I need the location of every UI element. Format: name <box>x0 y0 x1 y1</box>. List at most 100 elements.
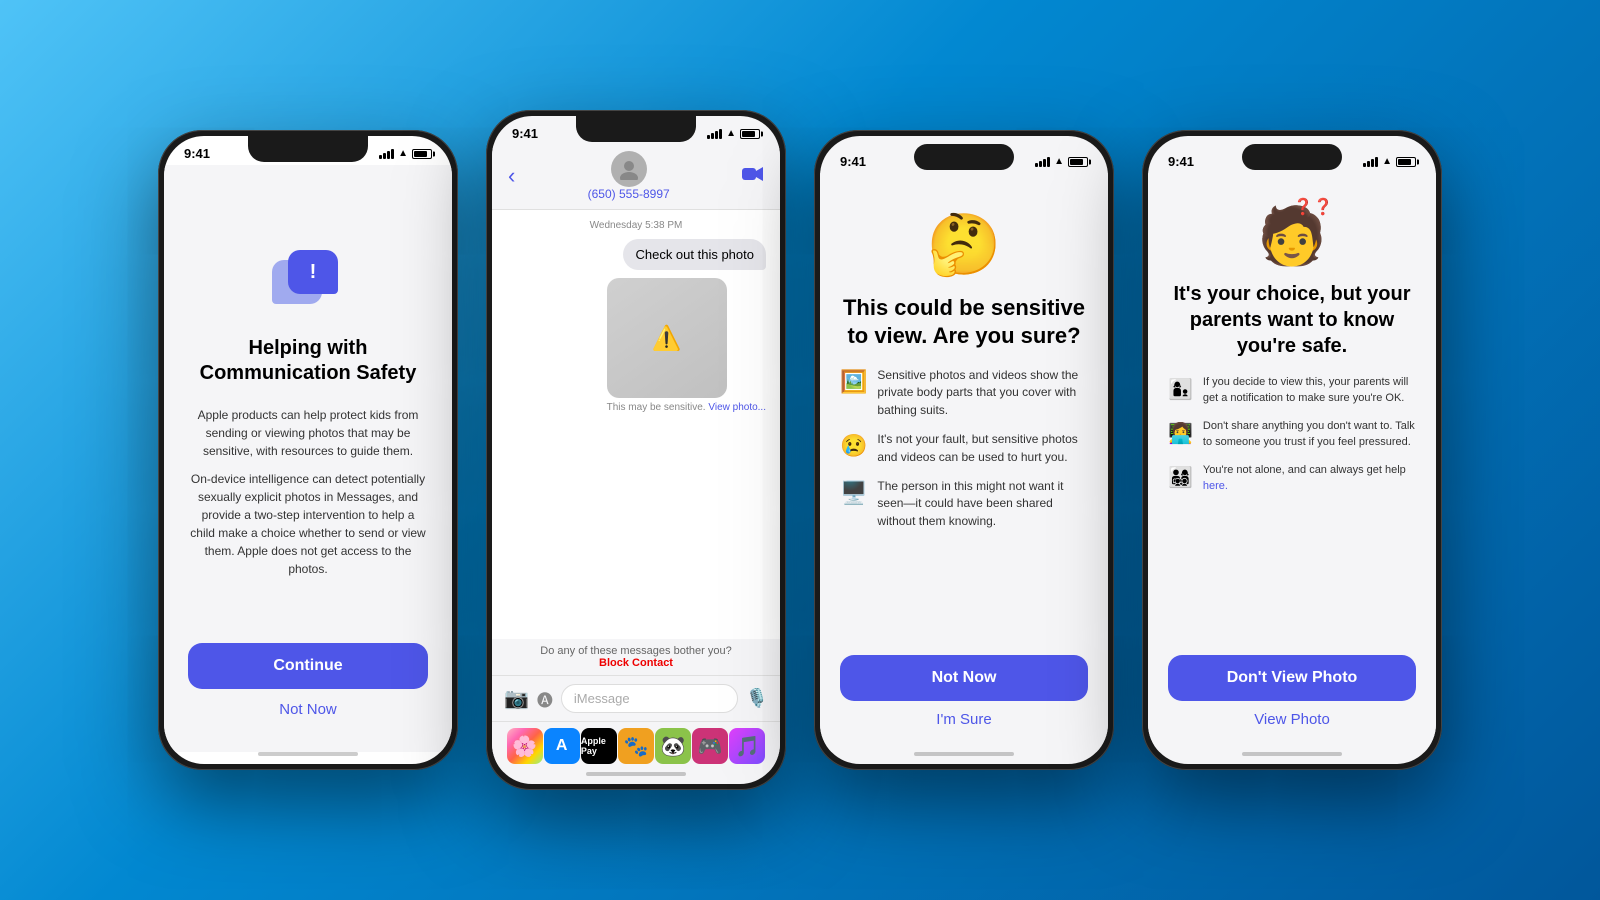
time-2: 9:41 <box>512 126 538 141</box>
game-dock-icon[interactable]: 🎮 <box>692 728 728 764</box>
reason-emoji-1: 🖼️ <box>840 369 867 395</box>
sensitive-note: This may be sensitive. View photo... <box>607 402 766 413</box>
photos-app-icon[interactable]: 🌸 <box>507 728 543 764</box>
wifi-3: ▲ <box>1054 156 1064 167</box>
home-indicator-2 <box>586 772 686 776</box>
battery-2 <box>740 129 760 139</box>
mic-icon[interactable]: 🎙️ <box>746 688 768 709</box>
contact-info: (650) 555-8997 <box>588 151 670 201</box>
reason-list: 🖼️ Sensitive photos and videos show the … <box>840 367 1088 655</box>
message-input[interactable]: iMessage <box>561 684 738 713</box>
dynamic-island-4 <box>1242 144 1342 170</box>
messages-header: ‹ (650) 555-8997 <box>492 145 780 210</box>
back-button[interactable]: ‹ <box>508 163 515 189</box>
wifi-1: ▲ <box>398 148 408 159</box>
reason-item-3: 🖥️ The person in this might not want it … <box>840 478 1088 530</box>
battery-1 <box>412 149 432 159</box>
continue-button[interactable]: Continue <box>188 643 428 689</box>
phone3-title: This could be sensitive to view. Are you… <box>840 294 1088 349</box>
signal-4 <box>1363 157 1378 167</box>
reason-text-3: The person in this might not want it see… <box>877 478 1088 530</box>
wifi-4: ▲ <box>1382 156 1392 167</box>
video-call-button[interactable] <box>742 166 764 187</box>
phone-2: 9:41 ▲ ‹ (650) 555-8997 <box>486 110 786 790</box>
photo-message: ⚠️ This may be sensitive. View photo... <box>607 278 766 413</box>
signal-1 <box>379 149 394 159</box>
im-sure-button[interactable]: I'm Sure <box>936 711 991 728</box>
signal-2 <box>707 129 722 139</box>
reason-item-1: 🖼️ Sensitive photos and videos show the … <box>840 367 1088 419</box>
dont-view-button[interactable]: Don't View Photo <box>1168 655 1416 701</box>
block-contact-bar: Do any of these messages bother you? Blo… <box>492 639 780 675</box>
battery-3 <box>1068 157 1088 167</box>
phone4-actions: Don't View Photo View Photo <box>1168 655 1416 728</box>
time-1: 9:41 <box>184 146 210 161</box>
reason-text-2: It's not your fault, but sensitive photo… <box>877 431 1088 466</box>
wifi-2: ▲ <box>726 128 736 139</box>
app-dock: 🌸 A Apple Pay 🐾 🐼 🎮 🎵 <box>492 721 780 772</box>
contact-name[interactable]: (650) 555-8997 <box>588 187 670 201</box>
info-item-1: 👩‍👦 If you decide to view this, your par… <box>1168 375 1416 407</box>
home-indicator-3 <box>914 752 1014 756</box>
not-now-button-3[interactable]: Not Now <box>840 655 1088 701</box>
camera-icon[interactable]: 📷 <box>504 686 529 711</box>
status-icons-1: ▲ <box>379 148 432 159</box>
phone3-actions: Not Now I'm Sure <box>840 655 1088 728</box>
block-contact-link[interactable]: Block Contact <box>599 657 673 669</box>
phone-3: 9:41 ▲ 🤔 This could be sensitive to view… <box>814 130 1114 770</box>
warning-triangle: ⚠️ <box>652 324 682 353</box>
battery-4 <box>1396 157 1416 167</box>
status-icons-3: ▲ <box>1035 156 1088 167</box>
notch-1 <box>248 136 368 162</box>
music-dock-icon[interactable]: 🎵 <box>729 728 765 764</box>
signal-3 <box>1035 157 1050 167</box>
phone-4: 9:41 ▲ 🧑 ❓❓ It's your choice, but your p… <box>1142 130 1442 770</box>
reason-emoji-2: 😢 <box>840 433 867 459</box>
phone4-title: It's your choice, but your parents want … <box>1168 281 1416 359</box>
msg-bubble: Check out this photo <box>623 239 766 270</box>
view-photo-link[interactable]: View photo... <box>708 402 766 413</box>
comm-safety-icon: ! <box>272 250 344 310</box>
animal-dock-icon[interactable]: 🐼 <box>655 728 691 764</box>
info-list: 👩‍👦 If you decide to view this, your par… <box>1168 375 1416 655</box>
time-3: 9:41 <box>840 154 866 169</box>
phone1-content: ! Helping with Communication Safety Appl… <box>164 165 452 752</box>
info-item-3: 👨‍👩‍👧‍👦 You're not alone, and can always… <box>1168 463 1416 495</box>
home-indicator-4 <box>1242 752 1342 756</box>
info-text-1: If you decide to view this, your parents… <box>1203 375 1416 407</box>
phone1-body: Apple products can help protect kids fro… <box>188 406 428 578</box>
messages-body: Wednesday 5:38 PM Check out this photo ⚠… <box>492 210 780 639</box>
time-4: 9:41 <box>1168 154 1194 169</box>
info-emoji-2: 👩‍💻 <box>1168 421 1193 446</box>
blurred-photo: ⚠️ <box>607 278 727 398</box>
not-now-button-1[interactable]: Not Now <box>279 701 337 718</box>
reason-item-2: 😢 It's not your fault, but sensitive pho… <box>840 431 1088 466</box>
info-text-3: You're not alone, and can always get hel… <box>1203 463 1416 495</box>
view-photo-button[interactable]: View Photo <box>1254 711 1330 728</box>
info-text-2: Don't share anything you don't want to. … <box>1203 419 1416 451</box>
status-icons-2: ▲ <box>707 128 760 139</box>
appstore-icon[interactable]: 🅐 <box>537 687 553 711</box>
reason-text-1: Sensitive photos and videos show the pri… <box>877 367 1088 419</box>
phone1-actions: Continue Not Now <box>188 643 428 718</box>
messages-input-bar: 📷 🅐 iMessage 🎙️ <box>492 675 780 721</box>
thinking-emoji: 🤔 <box>927 209 1002 280</box>
appstore-dock-icon[interactable]: A <box>544 728 580 764</box>
info-emoji-1: 👩‍👦 <box>1168 377 1193 402</box>
reason-emoji-3: 🖥️ <box>840 480 867 506</box>
dynamic-island-3 <box>914 144 1014 170</box>
phone-1: 9:41 ▲ ! <box>158 130 458 770</box>
notch-2 <box>576 116 696 142</box>
phone4-content: 🧑 ❓❓ It's your choice, but your parents … <box>1148 173 1436 752</box>
parent-safe-emoji: 🧑 ❓❓ <box>1257 203 1327 269</box>
help-link[interactable]: here. <box>1203 480 1228 492</box>
ball-dock-icon[interactable]: 🐾 <box>618 728 654 764</box>
status-icons-4: ▲ <box>1363 156 1416 167</box>
home-indicator-1 <box>258 752 358 756</box>
msg-timestamp: Wednesday 5:38 PM <box>506 220 766 231</box>
phone3-content: 🤔 This could be sensitive to view. Are y… <box>820 173 1108 752</box>
info-emoji-3: 👨‍👩‍👧‍👦 <box>1168 465 1193 490</box>
applepay-dock-icon[interactable]: Apple Pay <box>581 728 617 764</box>
contact-avatar <box>611 151 647 187</box>
info-item-2: 👩‍💻 Don't share anything you don't want … <box>1168 419 1416 451</box>
